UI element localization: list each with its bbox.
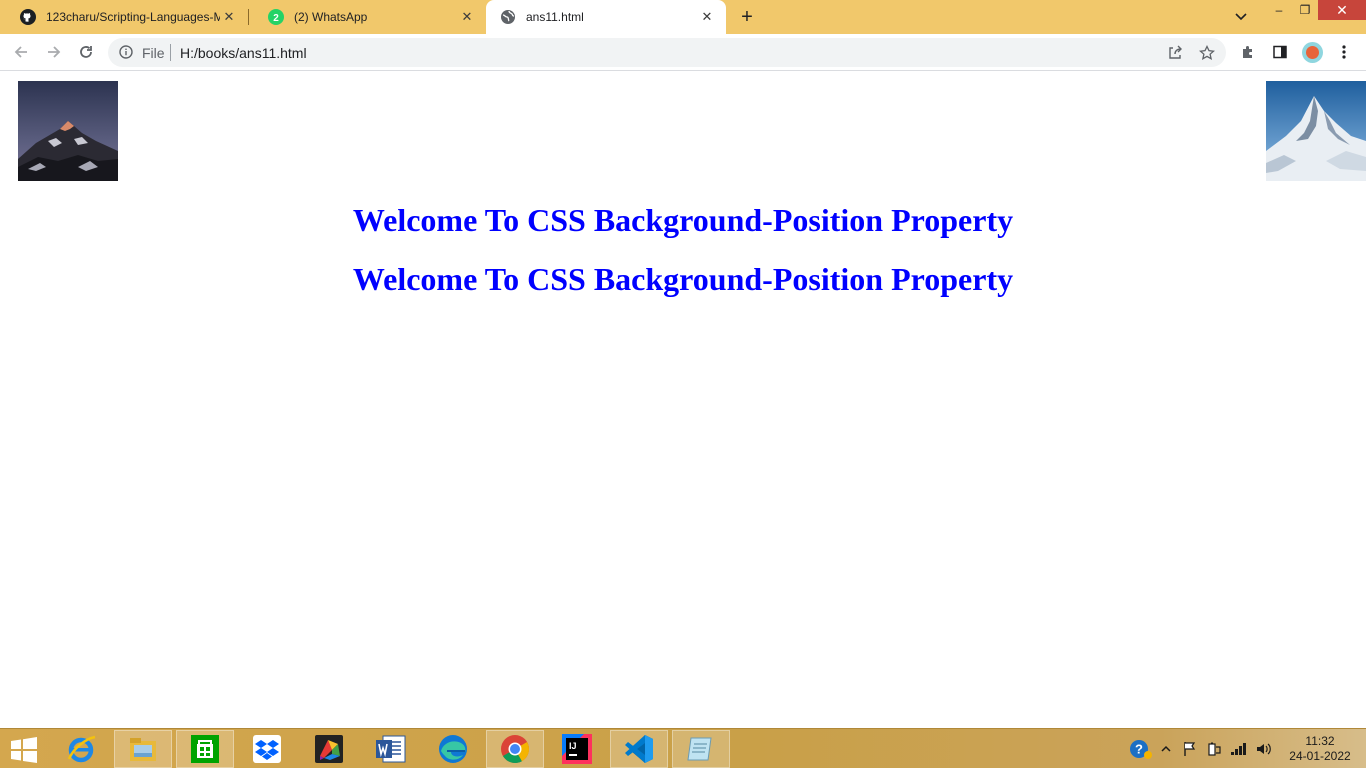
- back-arrow-icon: [14, 46, 27, 58]
- power-battery-icon[interactable]: [1204, 739, 1224, 759]
- close-icon[interactable]: ✕: [458, 8, 476, 26]
- show-hidden-icons-chevron-icon[interactable]: [1158, 739, 1174, 759]
- site-info-icon[interactable]: [118, 44, 134, 60]
- edge-icon[interactable]: [424, 730, 482, 768]
- close-icon[interactable]: ✕: [698, 8, 716, 26]
- tab-title: ans11.html: [526, 10, 584, 24]
- tab-ans11-active[interactable]: ans11.html ✕: [486, 0, 726, 34]
- omnibox-divider: [170, 44, 171, 61]
- dropbox-icon[interactable]: [238, 730, 296, 768]
- intellij-icon[interactable]: IJ: [548, 730, 606, 768]
- github-icon: [20, 9, 36, 25]
- paint-app-icon[interactable]: [300, 730, 358, 768]
- extensions-puzzle-icon[interactable]: [1238, 42, 1258, 62]
- notepad-app-icon[interactable]: [672, 730, 730, 768]
- whatsapp-icon: 2: [268, 9, 284, 25]
- page-viewport: Welcome To CSS Background-Position Prope…: [0, 72, 1366, 728]
- mountain-dusk-image: [18, 81, 118, 181]
- tab-whatsapp[interactable]: 2 (2) WhatsApp ✕: [248, 0, 486, 34]
- windows-taskbar: IJ ? 11:32 24-01-2022: [0, 728, 1366, 768]
- close-icon[interactable]: ✕: [220, 8, 238, 26]
- file-explorer-icon[interactable]: [114, 730, 172, 768]
- network-signal-icon[interactable]: [1228, 739, 1250, 759]
- bookmark-star-icon[interactable]: [1198, 44, 1216, 62]
- svg-text:?: ?: [1135, 742, 1143, 757]
- windows-logo-icon: [11, 737, 37, 763]
- clock-date: 24-01-2022: [1289, 749, 1351, 763]
- svg-text:IJ: IJ: [569, 741, 577, 751]
- tab-strip: 123charu/Scripting-Languages-M ✕ 2 (2) W…: [0, 0, 1366, 34]
- whatsapp-badge: 2: [273, 13, 279, 24]
- globe-icon: [500, 9, 516, 25]
- store-icon[interactable]: [176, 730, 234, 768]
- new-tab-button[interactable]: +: [736, 6, 758, 28]
- vscode-icon[interactable]: [610, 730, 668, 768]
- side-panel-icon[interactable]: [1270, 42, 1290, 62]
- tab-title: 123charu/Scripting-Languages-M: [46, 10, 220, 24]
- reload-icon: [80, 46, 92, 58]
- share-icon[interactable]: [1166, 44, 1184, 62]
- tab-github[interactable]: 123charu/Scripting-Languages-M ✕: [0, 0, 248, 34]
- browser-toolbar: File H:/books/ans11.html: [0, 34, 1366, 71]
- action-center-flag-icon[interactable]: [1180, 739, 1200, 759]
- close-window-button[interactable]: ✕: [1318, 0, 1366, 20]
- address-bar[interactable]: File H:/books/ans11.html: [108, 38, 1226, 67]
- maximize-button[interactable]: ❐: [1292, 0, 1318, 20]
- system-clock[interactable]: 11:32 24-01-2022: [1280, 734, 1360, 764]
- chrome-icon[interactable]: [486, 730, 544, 768]
- tab-title: (2) WhatsApp: [294, 10, 368, 24]
- forward-button[interactable]: [42, 40, 66, 64]
- clock-time: 11:32: [1305, 734, 1335, 748]
- help-icon[interactable]: ?: [1128, 739, 1154, 759]
- page-heading-1: Welcome To CSS Background-Position Prope…: [352, 202, 1014, 238]
- snowy-peak-image: [1266, 81, 1366, 181]
- tab-search-chevron-icon[interactable]: [1232, 8, 1250, 26]
- back-button[interactable]: [9, 40, 33, 64]
- basketball-avatar-icon: [1306, 46, 1319, 59]
- word-icon[interactable]: [362, 730, 420, 768]
- volume-speaker-icon[interactable]: [1254, 739, 1274, 759]
- minimize-button[interactable]: –: [1266, 0, 1292, 20]
- page-heading-2: Welcome To CSS Background-Position Prope…: [352, 261, 1014, 297]
- scheme-label: File: [142, 45, 165, 61]
- start-button[interactable]: [10, 737, 38, 763]
- profile-avatar[interactable]: [1302, 42, 1323, 63]
- forward-arrow-icon: [48, 46, 61, 58]
- more-menu-icon[interactable]: [1334, 42, 1354, 62]
- internet-explorer-icon[interactable]: [52, 730, 110, 768]
- reload-button[interactable]: [74, 40, 98, 64]
- url-text[interactable]: H:/books/ans11.html: [180, 45, 307, 61]
